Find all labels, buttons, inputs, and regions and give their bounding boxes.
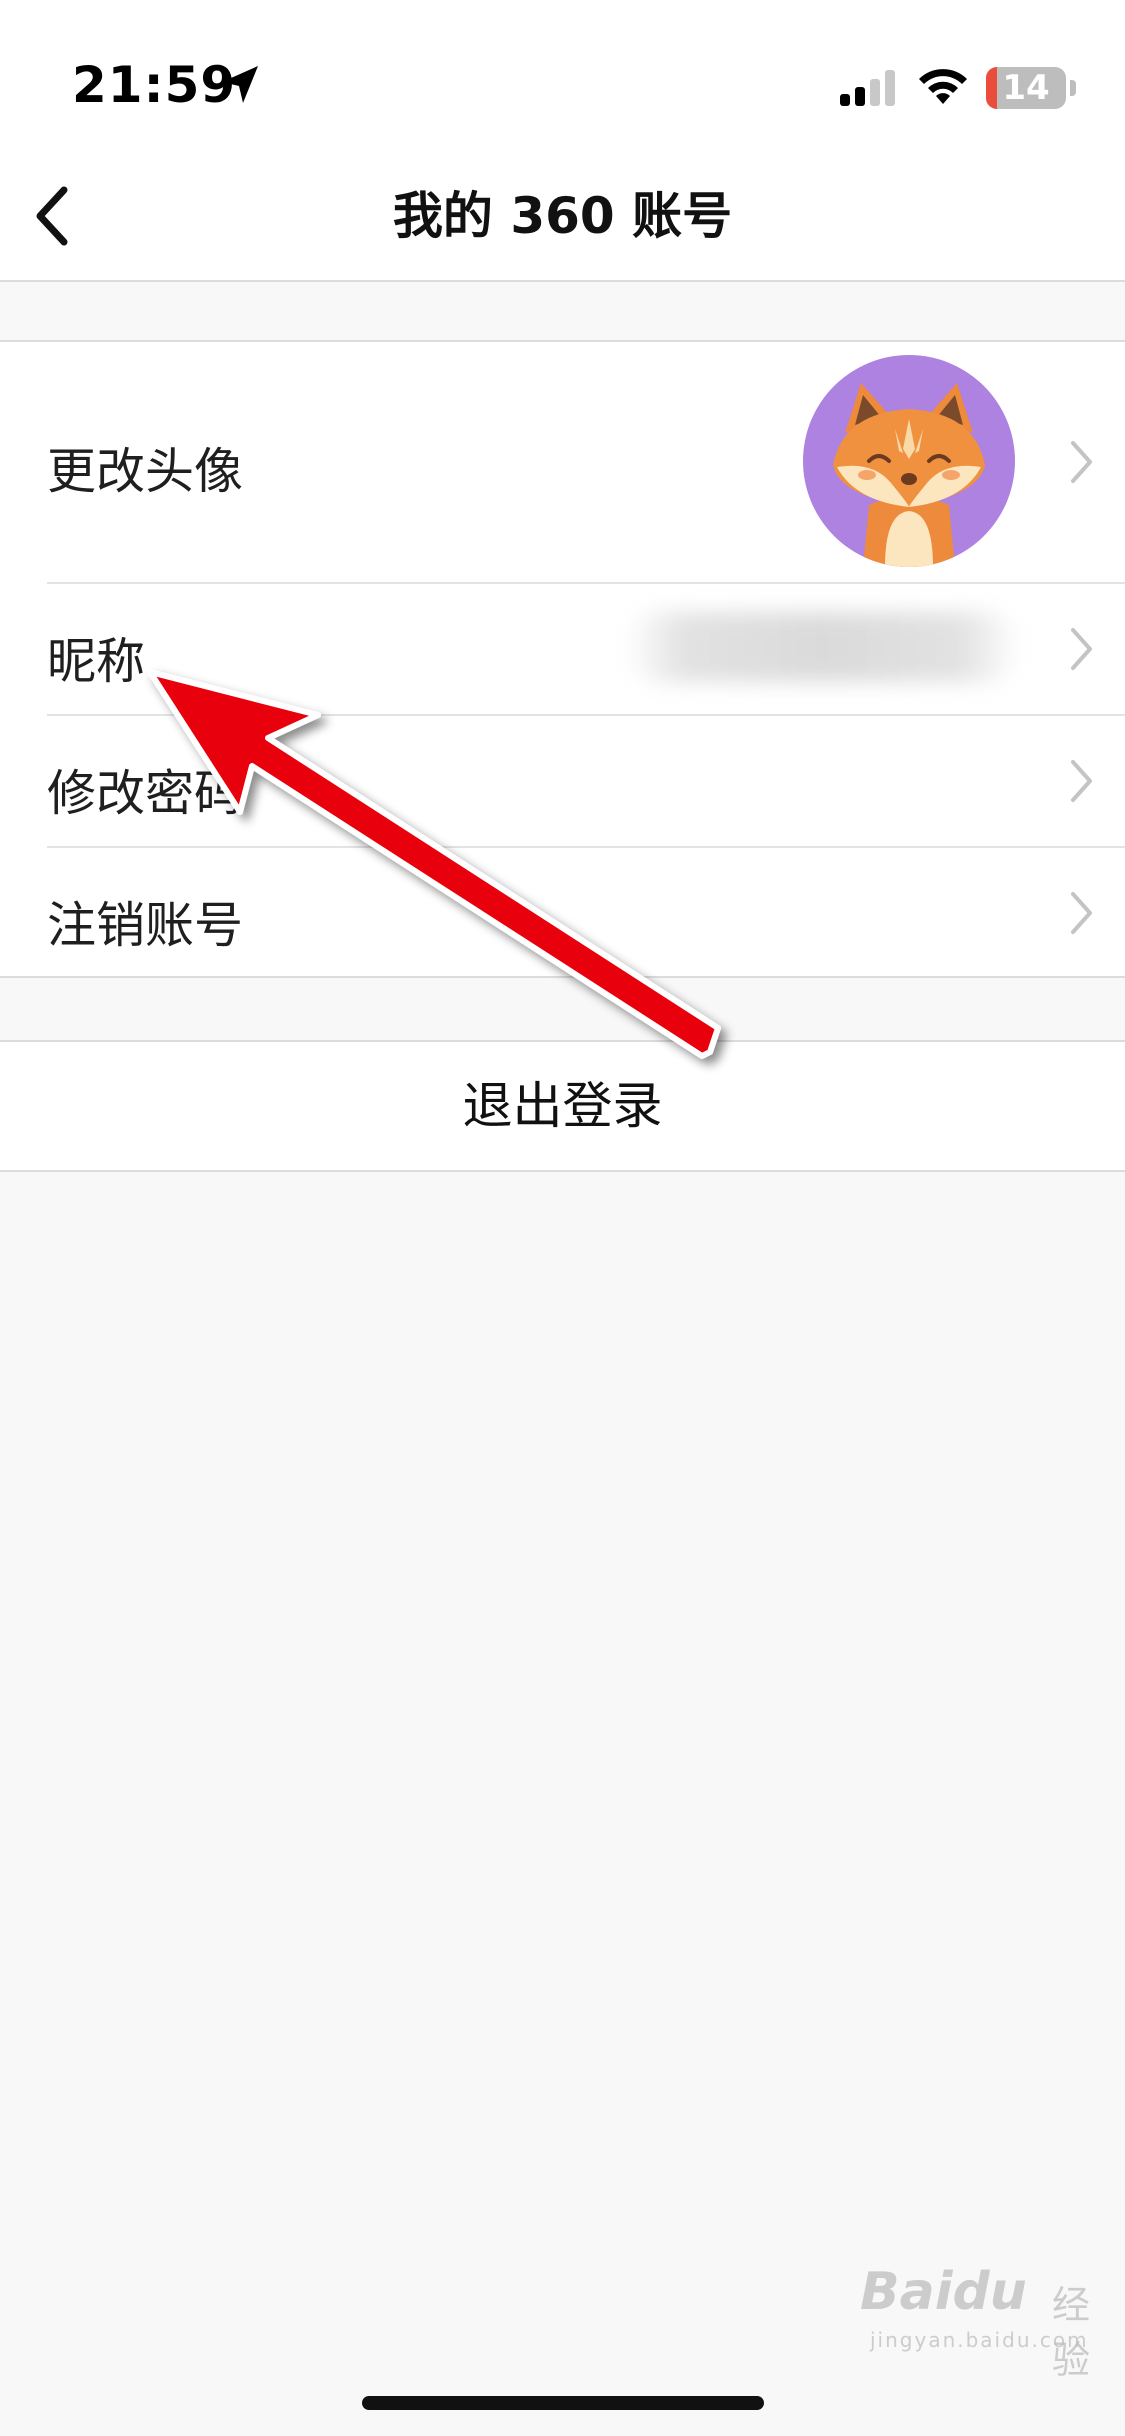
nickname-value-blurred	[625, 612, 1020, 682]
avatar[interactable]	[803, 355, 1015, 567]
battery-cap	[1070, 80, 1076, 96]
chevron-right-icon	[1071, 628, 1092, 670]
wifi-icon	[919, 69, 967, 104]
change-avatar-label: 更改头像	[47, 443, 244, 500]
fox-avatar-icon	[833, 383, 985, 567]
battery-icon: 14	[986, 67, 1066, 109]
chevron-right-icon	[1071, 760, 1092, 802]
home-indicator	[362, 2396, 764, 2410]
watermark-logo: Baidu	[860, 2262, 1027, 2322]
deactivate-account-row[interactable]: 注销账号	[0, 848, 1125, 978]
watermark-url: jingyan.baidu.com	[870, 2328, 1089, 2352]
change-password-label: 修改密码	[47, 765, 244, 822]
page-title: 我的 360 账号	[392, 187, 733, 245]
change-password-row[interactable]: 修改密码	[0, 716, 1125, 846]
chevron-right-icon	[1071, 892, 1092, 934]
deactivate-account-label: 注销账号	[47, 897, 244, 954]
location-arrow-icon	[222, 66, 258, 103]
baidu-jingyan-watermark: Baidu 经验 jingyan.baidu.com	[860, 2252, 1110, 2382]
nickname-label: 昵称	[47, 633, 146, 690]
logout-button[interactable]: 退出登录	[0, 1040, 1125, 1172]
nav-bar: 我的 360 账号	[0, 150, 1125, 282]
battery-level-text: 14	[1002, 68, 1050, 108]
status-bar: 21:59 14	[0, 0, 1125, 150]
chevron-right-icon	[1071, 441, 1092, 483]
status-time: 21:59	[72, 56, 237, 114]
signal-icon	[840, 70, 895, 106]
